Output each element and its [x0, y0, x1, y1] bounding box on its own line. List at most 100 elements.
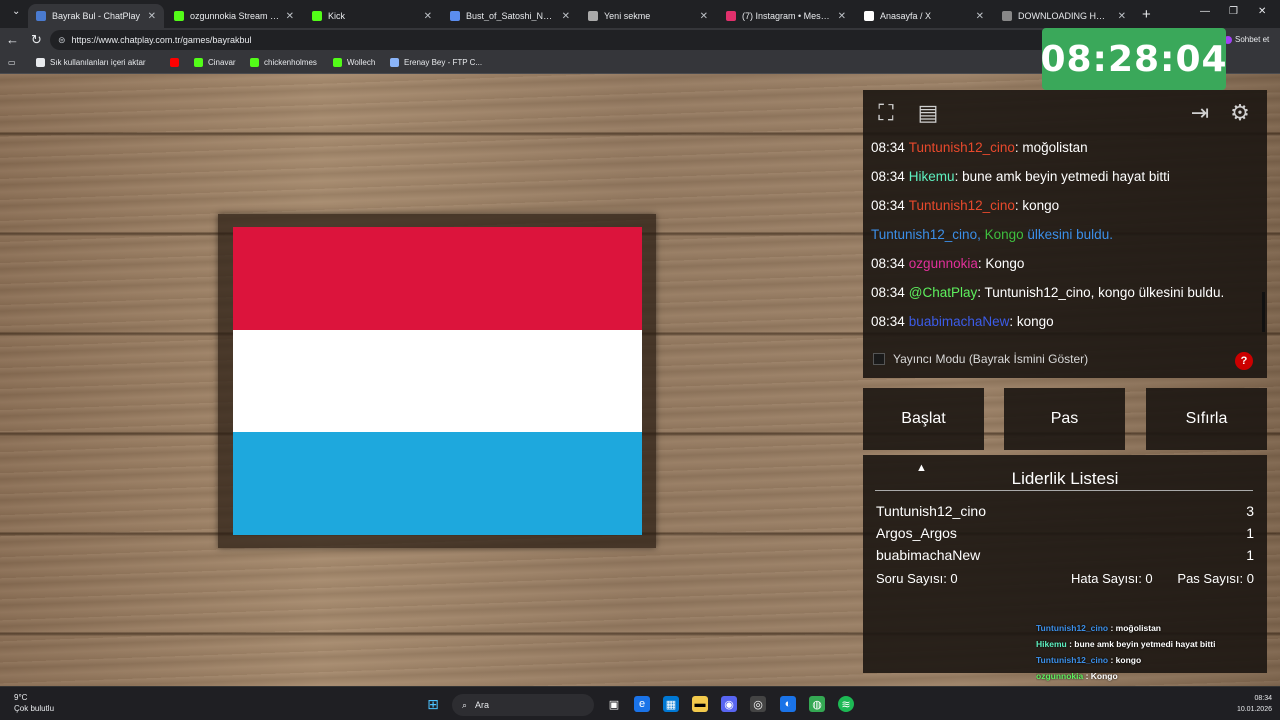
chat-username: @ChatPlay	[908, 285, 978, 300]
taskbar: 9°C Çok bulutlu ⊞ ⌕ Ara ▣ e ▦ ▬ ◉ ◎ ◐ ◍ …	[0, 686, 1280, 720]
folder-icon	[36, 58, 45, 67]
help-button[interactable]: ?	[1235, 352, 1253, 370]
pass-button[interactable]: Pas	[1004, 388, 1125, 450]
site-info-icon[interactable]: ⊜	[58, 35, 66, 46]
address-bar[interactable]: ⊜ https://www.chatplay.com.tr/games/bayr…	[50, 30, 1050, 50]
leaderboard-row: Tuntunish12_cino 3	[876, 503, 1254, 519]
system-clock[interactable]: 08:34 10.01.2026	[1237, 693, 1272, 715]
streamer-mode-checkbox[interactable]	[873, 353, 885, 365]
close-tab-icon[interactable]: ✕	[838, 11, 846, 22]
weather-desc: Çok bulutlu	[14, 704, 55, 713]
chat-message: Tuntunish12_cino, Kongo ülkesini buldu.	[871, 227, 1261, 256]
browser-tab[interactable]: Yeni sekme ✕	[580, 4, 716, 28]
chat-button[interactable]: Sohbet et	[1224, 35, 1269, 44]
ftp-icon	[390, 58, 399, 67]
tab-title: Bayrak Bul - ChatPlay	[52, 11, 141, 21]
weather-widget[interactable]: 9°C Çok bulutlu	[14, 692, 54, 714]
close-tab-icon[interactable]: ✕	[286, 11, 294, 22]
exit-icon[interactable]: ⇥	[1185, 98, 1215, 128]
discord-icon[interactable]: ◉	[721, 696, 737, 712]
overlay-message: Tuntunish12_cino : moğolistan	[1036, 623, 1280, 639]
browser-tab[interactable]: Bust_of_Satoshi_Nakamoto ✕	[442, 4, 578, 28]
kick-icon	[194, 58, 203, 67]
chat-text: : Tuntunish12_cino, kongo ülkesini buldu…	[977, 285, 1225, 300]
chat-text: : Kongo	[977, 256, 1025, 271]
browser-tab[interactable]: Bayrak Bul - ChatPlay ✕	[28, 4, 164, 28]
question-count: Soru Sayısı: 0	[876, 571, 958, 586]
store-icon[interactable]: ▦	[663, 696, 679, 712]
chat-scrollbar[interactable]	[1262, 292, 1265, 332]
minimize-button[interactable]: —	[1200, 6, 1210, 17]
app-icon[interactable]: ◐	[780, 696, 796, 712]
overlay-username: ozgunnokia	[1036, 671, 1084, 681]
close-tab-icon[interactable]: ✕	[562, 11, 570, 22]
reload-button[interactable]: ↻	[31, 32, 42, 48]
browser-tab[interactable]: Anasayfa / X ✕	[856, 4, 992, 28]
apps-icon[interactable]: ▭	[8, 58, 16, 67]
kick-icon	[174, 11, 184, 21]
chat-time: 08:34	[871, 314, 905, 329]
flag-frame	[218, 214, 656, 548]
mouse-cursor-icon: ▲	[916, 462, 927, 474]
notes-icon[interactable]: ▤	[913, 98, 943, 128]
tab-title: DOWNLOADING HWMONITOR	[1018, 11, 1112, 21]
browser-tab[interactable]: (7) Instagram • Mesajlar ✕	[718, 4, 854, 28]
instagram-icon	[726, 11, 736, 21]
close-window-button[interactable]: ✕	[1258, 6, 1266, 17]
overlay-username: Tuntunish12_cino	[1036, 623, 1109, 633]
chrome-icon[interactable]: ◍	[809, 696, 825, 712]
chat-username: buabimachaNew	[908, 314, 1010, 329]
chat-time: 08:34	[871, 169, 905, 184]
flag-image	[233, 227, 642, 536]
taskbar-search[interactable]: ⌕ Ara	[452, 694, 594, 716]
browser-tab[interactable]: ozgunnokia Stream - Kick Dashboard ✕	[166, 4, 302, 28]
file-explorer-icon[interactable]: ▬	[692, 696, 708, 712]
close-tab-icon[interactable]: ✕	[976, 11, 984, 22]
flag-stripe-bottom	[233, 432, 642, 536]
kick-icon	[250, 58, 259, 67]
chat-text: : kongo	[1014, 198, 1060, 213]
settings-gear-icon[interactable]: ⚙	[1225, 98, 1255, 128]
bookmark-item[interactable]: Sık kullanılanları içeri aktar	[36, 58, 146, 67]
windows-start-icon[interactable]: ⊞	[425, 696, 441, 712]
close-tab-icon[interactable]: ✕	[148, 11, 156, 22]
overlay-text: : moğolistan	[1108, 623, 1161, 633]
overlay-text: : bune amk beyin yetmedi hayat bitti	[1066, 639, 1216, 649]
spotify-icon[interactable]: ≋	[838, 696, 854, 712]
reset-button[interactable]: Sıfırla	[1146, 388, 1267, 450]
bookmark-item[interactable]: Cinavar	[194, 58, 236, 67]
bookmark-item[interactable]	[170, 58, 179, 67]
leaderboard-row: buabimachaNew 1	[876, 547, 1254, 563]
tab-title: (7) Instagram • Mesajlar	[742, 11, 832, 21]
chat-text: : moğolistan	[1014, 140, 1088, 155]
tab-title: Yeni sekme	[604, 11, 651, 21]
browser-tab[interactable]: DOWNLOADING HWMONITOR ✕	[994, 4, 1134, 28]
bookmark-item[interactable]: chickenholmes	[250, 58, 317, 67]
back-button[interactable]: ←	[6, 32, 19, 47]
overlay-text: : kongo	[1108, 655, 1142, 665]
flag-stripe-middle	[233, 329, 642, 433]
maximize-button[interactable]: ❐	[1229, 6, 1238, 17]
close-tab-icon[interactable]: ✕	[1118, 11, 1126, 22]
fullscreen-icon[interactable]: ⛶	[871, 98, 901, 128]
streamer-mode-option[interactable]: Yayıncı Modu (Bayrak İsmini Göster)	[873, 352, 1088, 366]
task-view-icon[interactable]: ▣	[606, 696, 622, 712]
bookmark-item[interactable]: Wollech	[333, 58, 375, 67]
close-tab-icon[interactable]: ✕	[424, 11, 432, 22]
chat-username: Tuntunish12_cino,	[871, 227, 981, 242]
start-button[interactable]: Başlat	[863, 388, 984, 450]
chat-time: 08:34	[871, 256, 905, 271]
bookmark-item[interactable]: Erenay Bey - FTP C...	[390, 58, 482, 67]
close-tab-icon[interactable]: ✕	[700, 11, 708, 22]
chat-text: : kongo	[1009, 314, 1054, 329]
leaderboard-divider	[875, 490, 1253, 491]
tab-title: Kick	[328, 11, 346, 21]
steam-icon[interactable]: ◎	[750, 696, 766, 712]
browser-tab[interactable]: Kick ✕	[304, 4, 440, 28]
tab-search-icon[interactable]: ⌄	[12, 6, 20, 17]
edge-icon[interactable]: e	[634, 696, 650, 712]
file-icon	[450, 11, 460, 21]
new-tab-button[interactable]: +	[1142, 6, 1151, 23]
new-tab-icon	[588, 11, 598, 21]
search-icon: ⌕	[462, 699, 468, 710]
